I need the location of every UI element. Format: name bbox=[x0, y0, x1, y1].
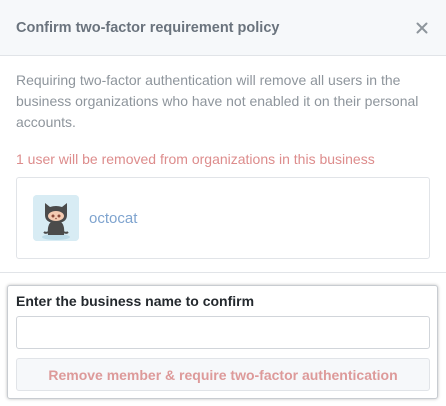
policy-description: Requiring two-factor authentication will… bbox=[16, 72, 419, 130]
confirm-label: Enter the business name to confirm bbox=[16, 293, 255, 309]
removal-warning: 1 user will be removed from organization… bbox=[16, 151, 375, 167]
business-name-input[interactable] bbox=[16, 316, 430, 349]
octocat-icon[interactable] bbox=[33, 195, 79, 241]
section-divider bbox=[0, 272, 446, 273]
confirm-panel: Enter the business name to confirm Remov… bbox=[7, 285, 438, 399]
dialog-body: Requiring two-factor authentication will… bbox=[0, 56, 446, 259]
dialog-title: Confirm two-factor requirement policy bbox=[16, 19, 280, 36]
close-icon[interactable] bbox=[414, 20, 430, 36]
confirm-dialog: Confirm two-factor requirement policy Re… bbox=[0, 0, 446, 406]
dialog-header: Confirm two-factor requirement policy bbox=[0, 0, 446, 56]
remove-and-require-2fa-button[interactable]: Remove member & require two-factor authe… bbox=[16, 358, 430, 391]
member-list: octocat bbox=[16, 177, 430, 259]
member-link-octocat[interactable]: octocat bbox=[89, 210, 137, 227]
